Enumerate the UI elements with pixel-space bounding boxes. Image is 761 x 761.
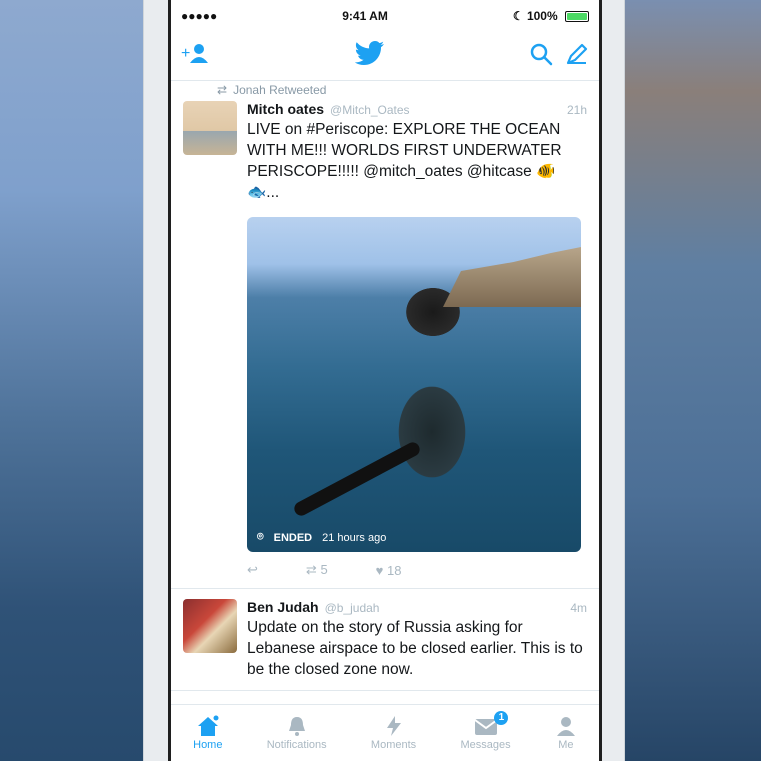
add-user-icon[interactable]: + <box>181 43 211 70</box>
tab-messages[interactable]: 1 Messages <box>460 711 511 751</box>
phone-screen: ●●●●● 9:41 AM ☾ 100% + ⇄ Jonah Retweeted <box>168 0 602 761</box>
reply-icon[interactable]: ↩ <box>247 562 258 578</box>
avatar[interactable] <box>183 599 237 653</box>
broadcast-age: 21 hours ago <box>322 531 387 544</box>
top-navigation: + <box>171 32 599 81</box>
compose-icon[interactable] <box>565 42 589 71</box>
tab-home[interactable]: Home <box>193 715 222 751</box>
home-icon <box>197 715 219 736</box>
person-icon <box>556 717 575 736</box>
like-button[interactable]: ♥ 18 <box>376 563 402 578</box>
status-time: 9:41 AM <box>342 9 388 23</box>
tweet-actions: ↩ ⇄ 5 ♥ 18 <box>247 562 587 578</box>
author-handle[interactable]: @b_judah <box>325 601 380 615</box>
battery-icon <box>564 11 589 23</box>
twitter-bird-icon <box>354 40 385 72</box>
retweeted-by-text: Jonah Retweeted <box>233 83 327 97</box>
signal-indicator: ●●●●● <box>181 9 218 23</box>
tweet-text: Update on the story of Russia asking for… <box>247 619 583 678</box>
periscope-video-thumbnail[interactable]: ⌾ ENDED 21 hours ago <box>247 217 581 552</box>
cliff-scenery <box>443 247 581 307</box>
tweet-card[interactable]: Ben Judah @b_judah 4m Update on the stor… <box>171 589 599 691</box>
tweet-card[interactable]: ⇄ Jonah Retweeted Mitch oates @Mitch_Oat… <box>171 83 599 589</box>
tweet-time: 4m <box>570 601 587 615</box>
tab-label: Home <box>193 739 223 751</box>
tab-label: Messages <box>460 739 511 751</box>
broadcast-ended-label: ENDED <box>273 531 313 544</box>
tab-label: Moments <box>370 739 417 751</box>
retweet-count: 5 <box>320 562 328 577</box>
tab-me[interactable]: Me <box>555 715 577 751</box>
author-handle[interactable]: @Mitch_Oates <box>330 103 410 117</box>
selfie-stick <box>291 439 423 519</box>
bell-icon <box>288 717 305 736</box>
search-icon[interactable] <box>529 42 553 71</box>
retweet-small-icon: ⇄ <box>217 83 228 97</box>
heart-icon: ♥ <box>375 562 384 578</box>
tweet-text: LIVE on #Periscope: EXPLORE THE OCEAN WI… <box>247 121 562 201</box>
tab-moments[interactable]: Moments <box>371 715 416 751</box>
status-bar: ●●●●● 9:41 AM ☾ 100% <box>171 0 599 32</box>
lightning-icon <box>386 716 401 736</box>
svg-text:+: + <box>181 45 190 62</box>
bottom-tab-bar: Home Notifications Moments 1 Messages Me <box>171 704 599 761</box>
broadcast-status: ⌾ ENDED 21 hours ago <box>257 531 386 544</box>
like-count: 18 <box>387 562 402 578</box>
tab-label: Me <box>558 739 574 751</box>
battery-status: ☾ 100% <box>513 9 589 23</box>
avatar[interactable] <box>183 101 237 155</box>
retweet-context: ⇄ Jonah Retweeted <box>217 83 599 97</box>
tab-notifications[interactable]: Notifications <box>267 715 327 751</box>
retweet-button[interactable]: ⇄ 5 <box>306 562 328 578</box>
location-pin-icon: ⌾ <box>257 531 264 543</box>
background-left <box>0 0 150 761</box>
messages-badge: 1 <box>494 711 509 725</box>
tab-label: Notifications <box>266 739 327 751</box>
battery-percent: 100% <box>526 9 558 23</box>
moon-icon: ☾ <box>512 9 524 23</box>
author-name[interactable]: Ben Judah <box>247 599 319 615</box>
author-name[interactable]: Mitch oates <box>247 101 324 117</box>
retweet-icon: ⇄ <box>305 562 317 577</box>
background-right <box>611 0 761 761</box>
tweet-time: 21h <box>566 103 587 117</box>
